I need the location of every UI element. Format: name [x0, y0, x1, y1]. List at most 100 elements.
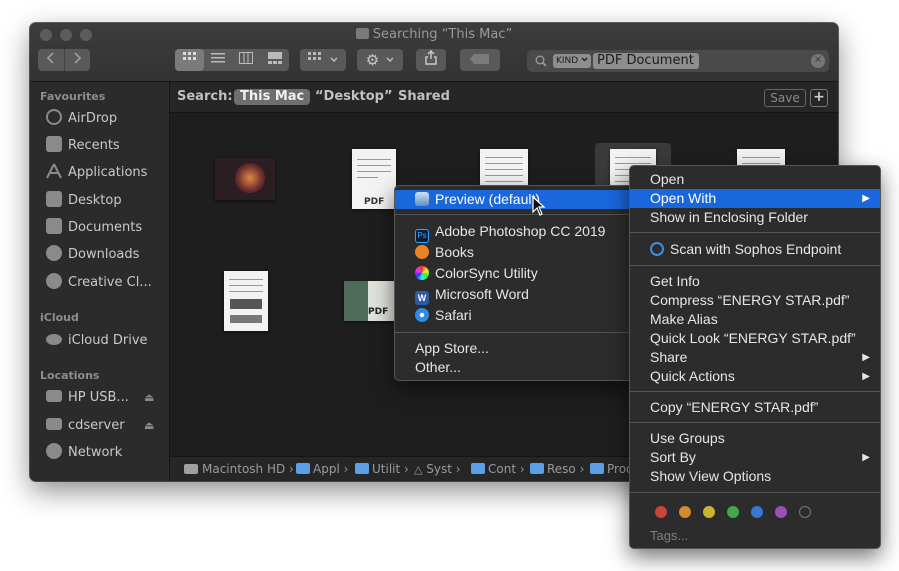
- sidebar-item-icloud-drive[interactable]: iCloud Drive: [46, 330, 168, 352]
- magnifier-icon: [535, 55, 547, 67]
- forward-button[interactable]: [64, 49, 90, 71]
- menu-separator: [630, 265, 880, 266]
- add-criteria-button[interactable]: +: [810, 89, 828, 107]
- sidebar-item-recents[interactable]: Recents: [46, 135, 168, 157]
- kind-token[interactable]: KIND: [553, 54, 591, 68]
- menu-item-open[interactable]: Open: [630, 170, 880, 189]
- back-button[interactable]: [38, 49, 65, 71]
- path-crumb-resources[interactable]: Reso ›: [530, 462, 584, 477]
- menu-separator: [395, 332, 635, 333]
- sidebar-item-applications[interactable]: Applications: [46, 162, 168, 184]
- globe-icon: [46, 443, 62, 459]
- save-search-button[interactable]: Save: [764, 89, 806, 107]
- menu-item-share[interactable]: Share ▶: [630, 348, 880, 367]
- gallery-view-button[interactable]: [260, 49, 289, 71]
- share-icon: [425, 50, 437, 65]
- menu-item-photoshop[interactable]: Ps Adobe Photoshop CC 2019: [395, 222, 635, 243]
- menu-item-sort-by[interactable]: Sort By ▶: [630, 448, 880, 467]
- menu-item-show-in-enclosing-folder[interactable]: Show in Enclosing Folder: [630, 208, 880, 227]
- kind-value-token[interactable]: PDF Document: [593, 53, 699, 69]
- menu-item-get-info[interactable]: Get Info: [630, 272, 880, 291]
- scope-desktop[interactable]: “Desktop”: [315, 89, 393, 105]
- sidebar-item-creative-cloud[interactable]: Creative Cl...: [46, 272, 168, 294]
- tag-icon: [470, 54, 489, 64]
- menu-item-tags[interactable]: Tags...: [630, 526, 880, 545]
- tag-color-orange[interactable]: [679, 506, 691, 518]
- tag-color-blue[interactable]: [751, 506, 763, 518]
- list-view-button[interactable]: [204, 49, 232, 71]
- file-thumbnail-style-guide[interactable]: [215, 158, 275, 200]
- menu-item-make-alias[interactable]: Make Alias: [630, 310, 880, 329]
- sidebar: Favourites AirDrop Recents Applications …: [30, 82, 170, 481]
- tag-color-none[interactable]: [799, 506, 811, 518]
- menu-item-quick-look[interactable]: Quick Look “ENERGY STAR.pdf”: [630, 329, 880, 348]
- tag-color-yellow[interactable]: [703, 506, 715, 518]
- menu-item-microsoft-word[interactable]: W Microsoft Word: [395, 285, 635, 305]
- menu-item-safari[interactable]: Safari: [395, 306, 635, 325]
- folder-icon: [590, 463, 604, 474]
- path-crumb-macintosh-hd[interactable]: Macintosh HD ›: [184, 462, 294, 477]
- menu-item-colorsync[interactable]: ColorSync Utility: [395, 264, 635, 283]
- path-crumb-contents[interactable]: Cont ›: [471, 462, 525, 477]
- chevron-left-icon: [46, 52, 54, 64]
- sidebar-item-desktop[interactable]: Desktop: [46, 190, 168, 212]
- menu-item-books[interactable]: Books: [395, 243, 635, 262]
- action-menu-button[interactable]: ⚙: [357, 49, 403, 71]
- sophos-shield-icon: [650, 242, 664, 256]
- folder-icon: [355, 463, 369, 474]
- sidebar-item-network[interactable]: Network: [46, 442, 168, 464]
- menu-separator: [630, 232, 880, 233]
- search-scope-bar: Search: This Mac “Desktop” Shared Save +: [170, 82, 838, 113]
- file-thumbnail-pdf[interactable]: PDF: [352, 149, 396, 209]
- icon-view-button[interactable]: [175, 49, 204, 71]
- eject-icon[interactable]: ⏏: [144, 419, 154, 432]
- menu-item-app-store[interactable]: App Store...: [395, 339, 635, 358]
- scope-this-mac[interactable]: This Mac: [234, 89, 311, 105]
- menu-item-use-groups[interactable]: Use Groups: [630, 429, 880, 448]
- clear-search-icon[interactable]: ✕: [811, 54, 825, 68]
- eject-icon[interactable]: ⏏: [144, 391, 154, 404]
- back-forward-control: [38, 49, 90, 71]
- column-view-button[interactable]: [232, 49, 260, 71]
- menu-item-scan-sophos[interactable]: Scan with Sophos Endpoint: [630, 240, 880, 259]
- menu-item-open-with[interactable]: Open With ▶: [630, 189, 880, 208]
- menu-item-compress[interactable]: Compress “ENERGY STAR.pdf”: [630, 291, 880, 310]
- chevron-down-icon: [581, 57, 588, 62]
- scope-shared[interactable]: Shared: [398, 89, 450, 105]
- creative-cloud-icon: [46, 273, 62, 289]
- drive-icon: [46, 390, 62, 402]
- app-icon: △: [414, 463, 423, 476]
- path-crumb-utilities[interactable]: Utilit ›: [355, 462, 409, 477]
- books-icon: [415, 245, 429, 259]
- menu-item-show-view-options[interactable]: Show View Options: [630, 467, 880, 486]
- search-field[interactable]: KIND PDF Document ✕: [527, 50, 829, 72]
- display-icon: [46, 418, 62, 430]
- recents-icon: [46, 136, 62, 152]
- menu-separator: [395, 214, 635, 215]
- menu-item-other[interactable]: Other...: [395, 358, 635, 377]
- submenu-arrow-icon: ▶: [862, 352, 870, 363]
- submenu-arrow-icon: ▶: [862, 371, 870, 382]
- path-crumb-system[interactable]: △ Syst ›: [414, 462, 461, 477]
- sidebar-item-documents[interactable]: Documents: [46, 217, 168, 239]
- tag-color-purple[interactable]: [775, 506, 787, 518]
- folder-icon: [471, 463, 485, 474]
- documents-icon: [46, 218, 62, 234]
- tag-button[interactable]: [460, 49, 500, 71]
- menu-item-preview-default[interactable]: Preview (default): [395, 190, 635, 209]
- menu-item-quick-actions[interactable]: Quick Actions ▶: [630, 367, 880, 386]
- tag-color-red[interactable]: [655, 506, 667, 518]
- sidebar-item-airdrop[interactable]: AirDrop: [46, 108, 168, 130]
- file-context-menu: Open Open With ▶ Show in Enclosing Folder…: [629, 165, 881, 549]
- path-crumb-applications[interactable]: Appl ›: [296, 462, 348, 477]
- sidebar-item-downloads[interactable]: Downloads: [46, 244, 168, 266]
- share-button[interactable]: [416, 49, 446, 71]
- colorsync-icon: [415, 266, 429, 280]
- file-thumbnail-value-pdf[interactable]: PDF: [344, 281, 396, 321]
- file-thumbnail-manual[interactable]: [224, 271, 268, 331]
- path-crumb-products[interactable]: Prod: [590, 462, 634, 477]
- group-by-button[interactable]: [300, 49, 346, 71]
- tag-color-green[interactable]: [727, 506, 739, 518]
- menu-item-copy[interactable]: Copy “ENERGY STAR.pdf”: [630, 398, 880, 417]
- chevron-down-icon: [386, 57, 394, 63]
